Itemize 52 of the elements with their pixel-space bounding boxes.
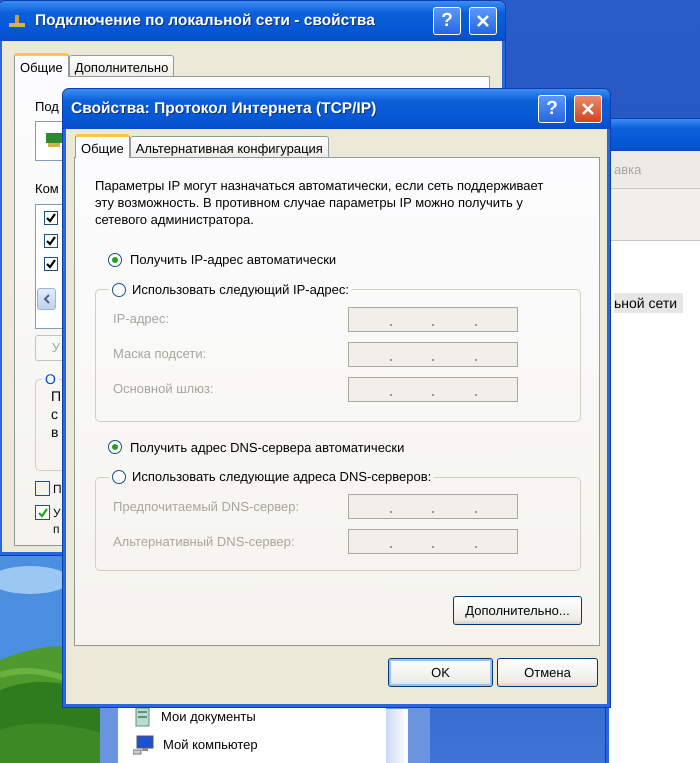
checkbox-label: У bbox=[53, 505, 61, 521]
arrow-left-icon bbox=[43, 294, 50, 304]
scroll-left-button[interactable] bbox=[37, 288, 56, 310]
tab[interactable]: Дополнительно bbox=[68, 55, 174, 76]
checkbox[interactable] bbox=[44, 234, 58, 248]
close-icon bbox=[581, 102, 595, 116]
computer-icon[interactable] bbox=[133, 735, 155, 755]
advanced-button[interactable]: Дополнительно... bbox=[453, 596, 582, 625]
description-text: П bbox=[51, 387, 62, 405]
radio-label[interactable]: Получить адрес DNS-сервера автоматически bbox=[130, 438, 404, 457]
field-label: Альтернативный DNS-сервер: bbox=[113, 532, 294, 551]
field-label: Основной шлюз: bbox=[113, 380, 214, 398]
radio-label[interactable]: Использовать следующие адреса DNS-серверов: bbox=[132, 469, 432, 485]
list-item[interactable]: Мой компьютер bbox=[163, 735, 258, 755]
ok-button[interactable]: OK bbox=[388, 658, 493, 687]
checkbox[interactable] bbox=[44, 257, 58, 271]
help-button[interactable]: ? bbox=[433, 7, 461, 35]
window-title: Свойства: Протокол Интернета (TCP/IP) bbox=[71, 99, 376, 120]
tab[interactable]: Альтернативная конфигурация bbox=[130, 136, 329, 157]
radio-button[interactable] bbox=[108, 440, 122, 454]
cancel-button[interactable]: Отмена bbox=[497, 658, 598, 687]
close-icon bbox=[476, 14, 490, 28]
checkbox[interactable] bbox=[35, 505, 50, 520]
close-button[interactable] bbox=[469, 7, 497, 35]
field-label: IP-адрес: bbox=[113, 310, 169, 328]
checkbox[interactable] bbox=[35, 481, 50, 496]
network-icon bbox=[7, 13, 27, 29]
intro-text: Параметры IP могут назначаться автоматически, если сеть поддерживает эту возможность. В противном случае параметры IP можно получить у сетевого администратора. bbox=[95, 177, 544, 228]
field-label: Предпочитаемый DNS-сервер: bbox=[113, 498, 300, 516]
scrollbar bbox=[386, 709, 408, 763]
radio-button[interactable] bbox=[108, 252, 122, 267]
radio-label[interactable]: Получить IP-адрес автоматически bbox=[130, 250, 336, 270]
radio-label[interactable]: Использовать следующий IP-адрес: bbox=[132, 282, 349, 298]
field-label: Ком bbox=[35, 180, 59, 198]
tab[interactable]: Общие bbox=[75, 134, 130, 158]
description-text: с bbox=[51, 405, 58, 423]
close-button[interactable] bbox=[574, 95, 602, 123]
group-label: О bbox=[44, 371, 57, 387]
help-button[interactable]: ? bbox=[538, 95, 566, 123]
checkbox-label: п bbox=[53, 521, 60, 537]
checkbox[interactable] bbox=[44, 211, 58, 225]
list-item[interactable]: Мои документы bbox=[161, 707, 256, 727]
field-label: Под bbox=[35, 98, 59, 116]
checkbox-label: П bbox=[53, 481, 62, 497]
description-text: в bbox=[51, 423, 58, 441]
radio-button[interactable] bbox=[112, 470, 126, 484]
field-label: Маска подсети: bbox=[113, 345, 206, 364]
tab[interactable]: Общие bbox=[14, 53, 69, 77]
list-item[interactable]: ьной сети bbox=[614, 293, 684, 313]
window-title: Подключение по локальной сети - свойства bbox=[35, 11, 375, 32]
network-card-icon bbox=[46, 133, 62, 148]
radio-button[interactable] bbox=[112, 282, 126, 296]
